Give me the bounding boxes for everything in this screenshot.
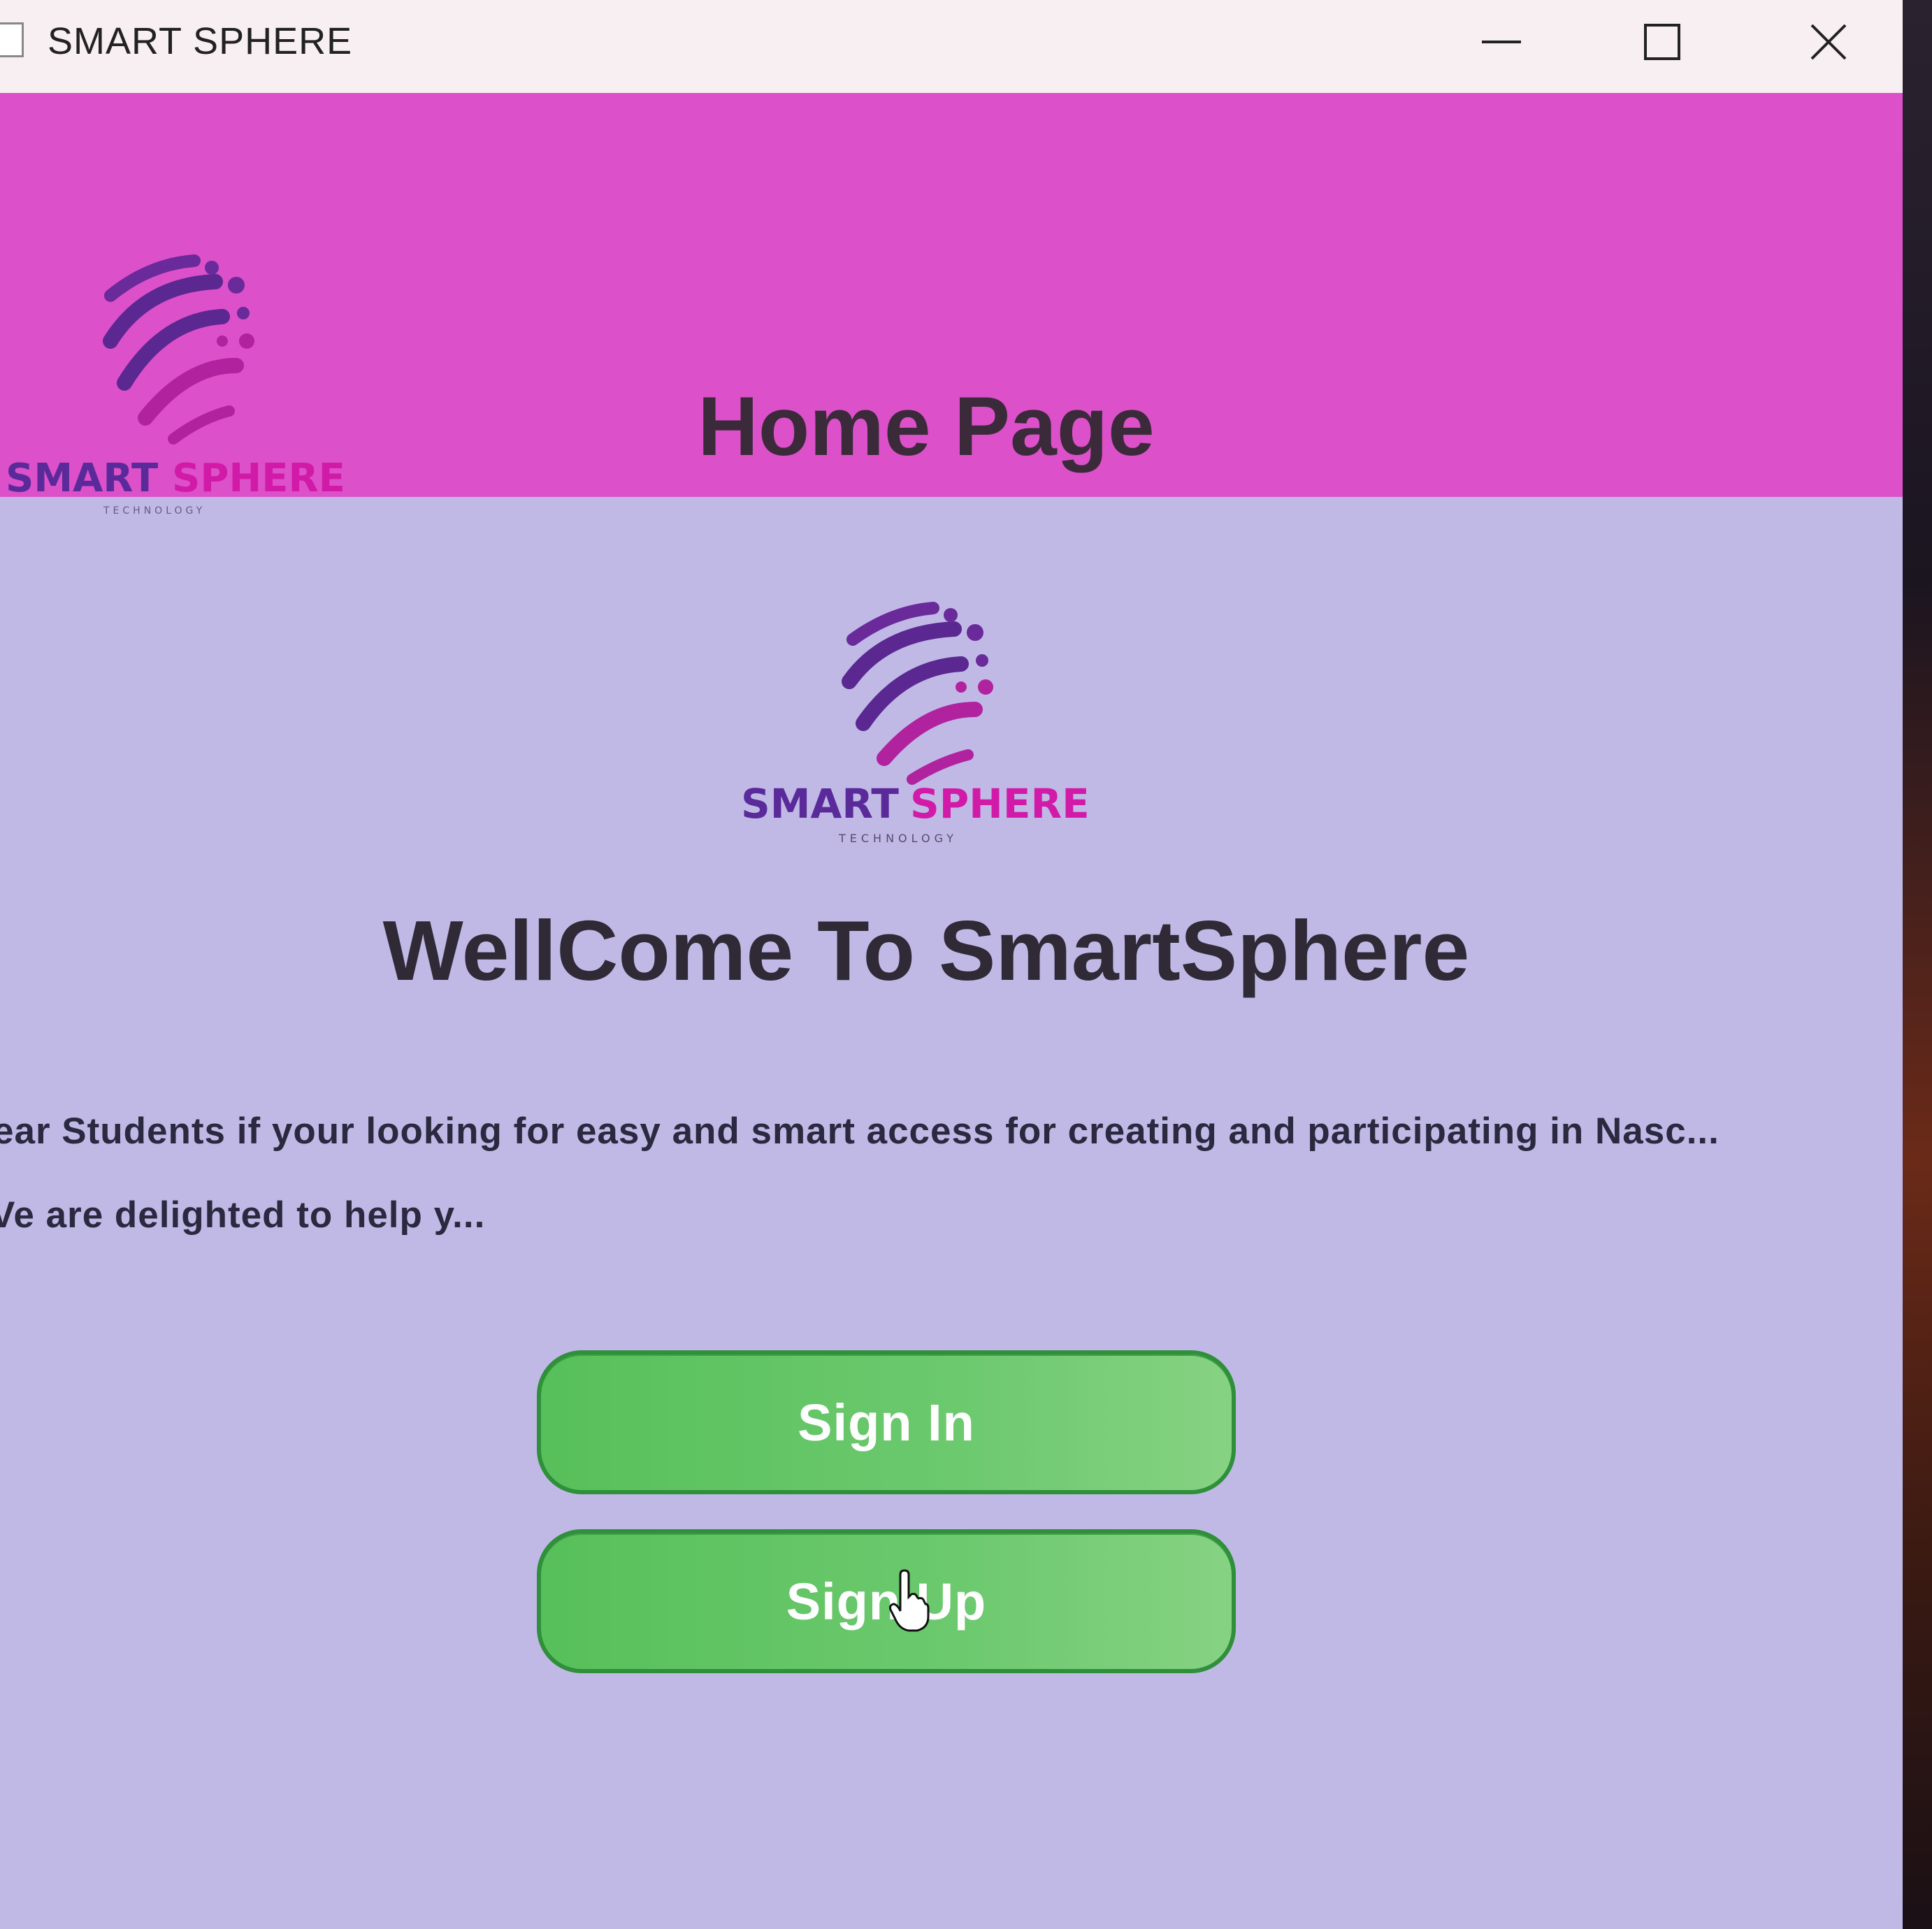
description-line-2: Ve are delighted to help y... xyxy=(0,1194,486,1236)
svg-text:TECHNOLOGY: TECHNOLOGY xyxy=(103,505,206,516)
title-bar[interactable]: SMART SPHERE xyxy=(0,0,1903,93)
sign-up-label: Sign Up xyxy=(786,1572,987,1631)
sphere-logo-icon xyxy=(842,602,993,785)
close-button[interactable] xyxy=(1787,0,1870,84)
minimize-button[interactable] xyxy=(1459,0,1543,84)
main-logo: SMART SPHERE TECHNOLOGY xyxy=(741,602,1090,845)
header-banner: SMART SPHERE TECHNOLOGY Home Page xyxy=(0,93,1903,516)
sign-up-button[interactable]: Sign Up xyxy=(537,1529,1236,1673)
svg-text:TECHNOLOGY: TECHNOLOGY xyxy=(838,832,958,845)
welcome-heading: WellCome To SmartSphere xyxy=(382,903,1470,998)
svg-text:SMART: SMART xyxy=(741,780,899,828)
hand-cursor-icon xyxy=(889,1569,930,1632)
description-line-1: ear Students if your looking for easy an… xyxy=(0,1111,1720,1152)
page-title: Home Page xyxy=(698,380,1155,473)
app-icon xyxy=(0,22,24,57)
window-title: SMART SPHERE xyxy=(48,20,353,62)
sign-in-button[interactable]: Sign In xyxy=(537,1350,1236,1494)
app-window: SMART SPHERE SMART SPHERE TECHNOLOGY Hom… xyxy=(0,0,1903,1929)
maximize-button[interactable] xyxy=(1620,0,1704,84)
maximize-icon xyxy=(1644,24,1680,60)
sign-in-label: Sign In xyxy=(798,1393,975,1452)
minimize-icon xyxy=(1482,41,1521,43)
close-icon xyxy=(1810,24,1847,60)
desktop-background xyxy=(1903,0,1932,1929)
svg-text:SPHERE: SPHERE xyxy=(910,780,1090,828)
